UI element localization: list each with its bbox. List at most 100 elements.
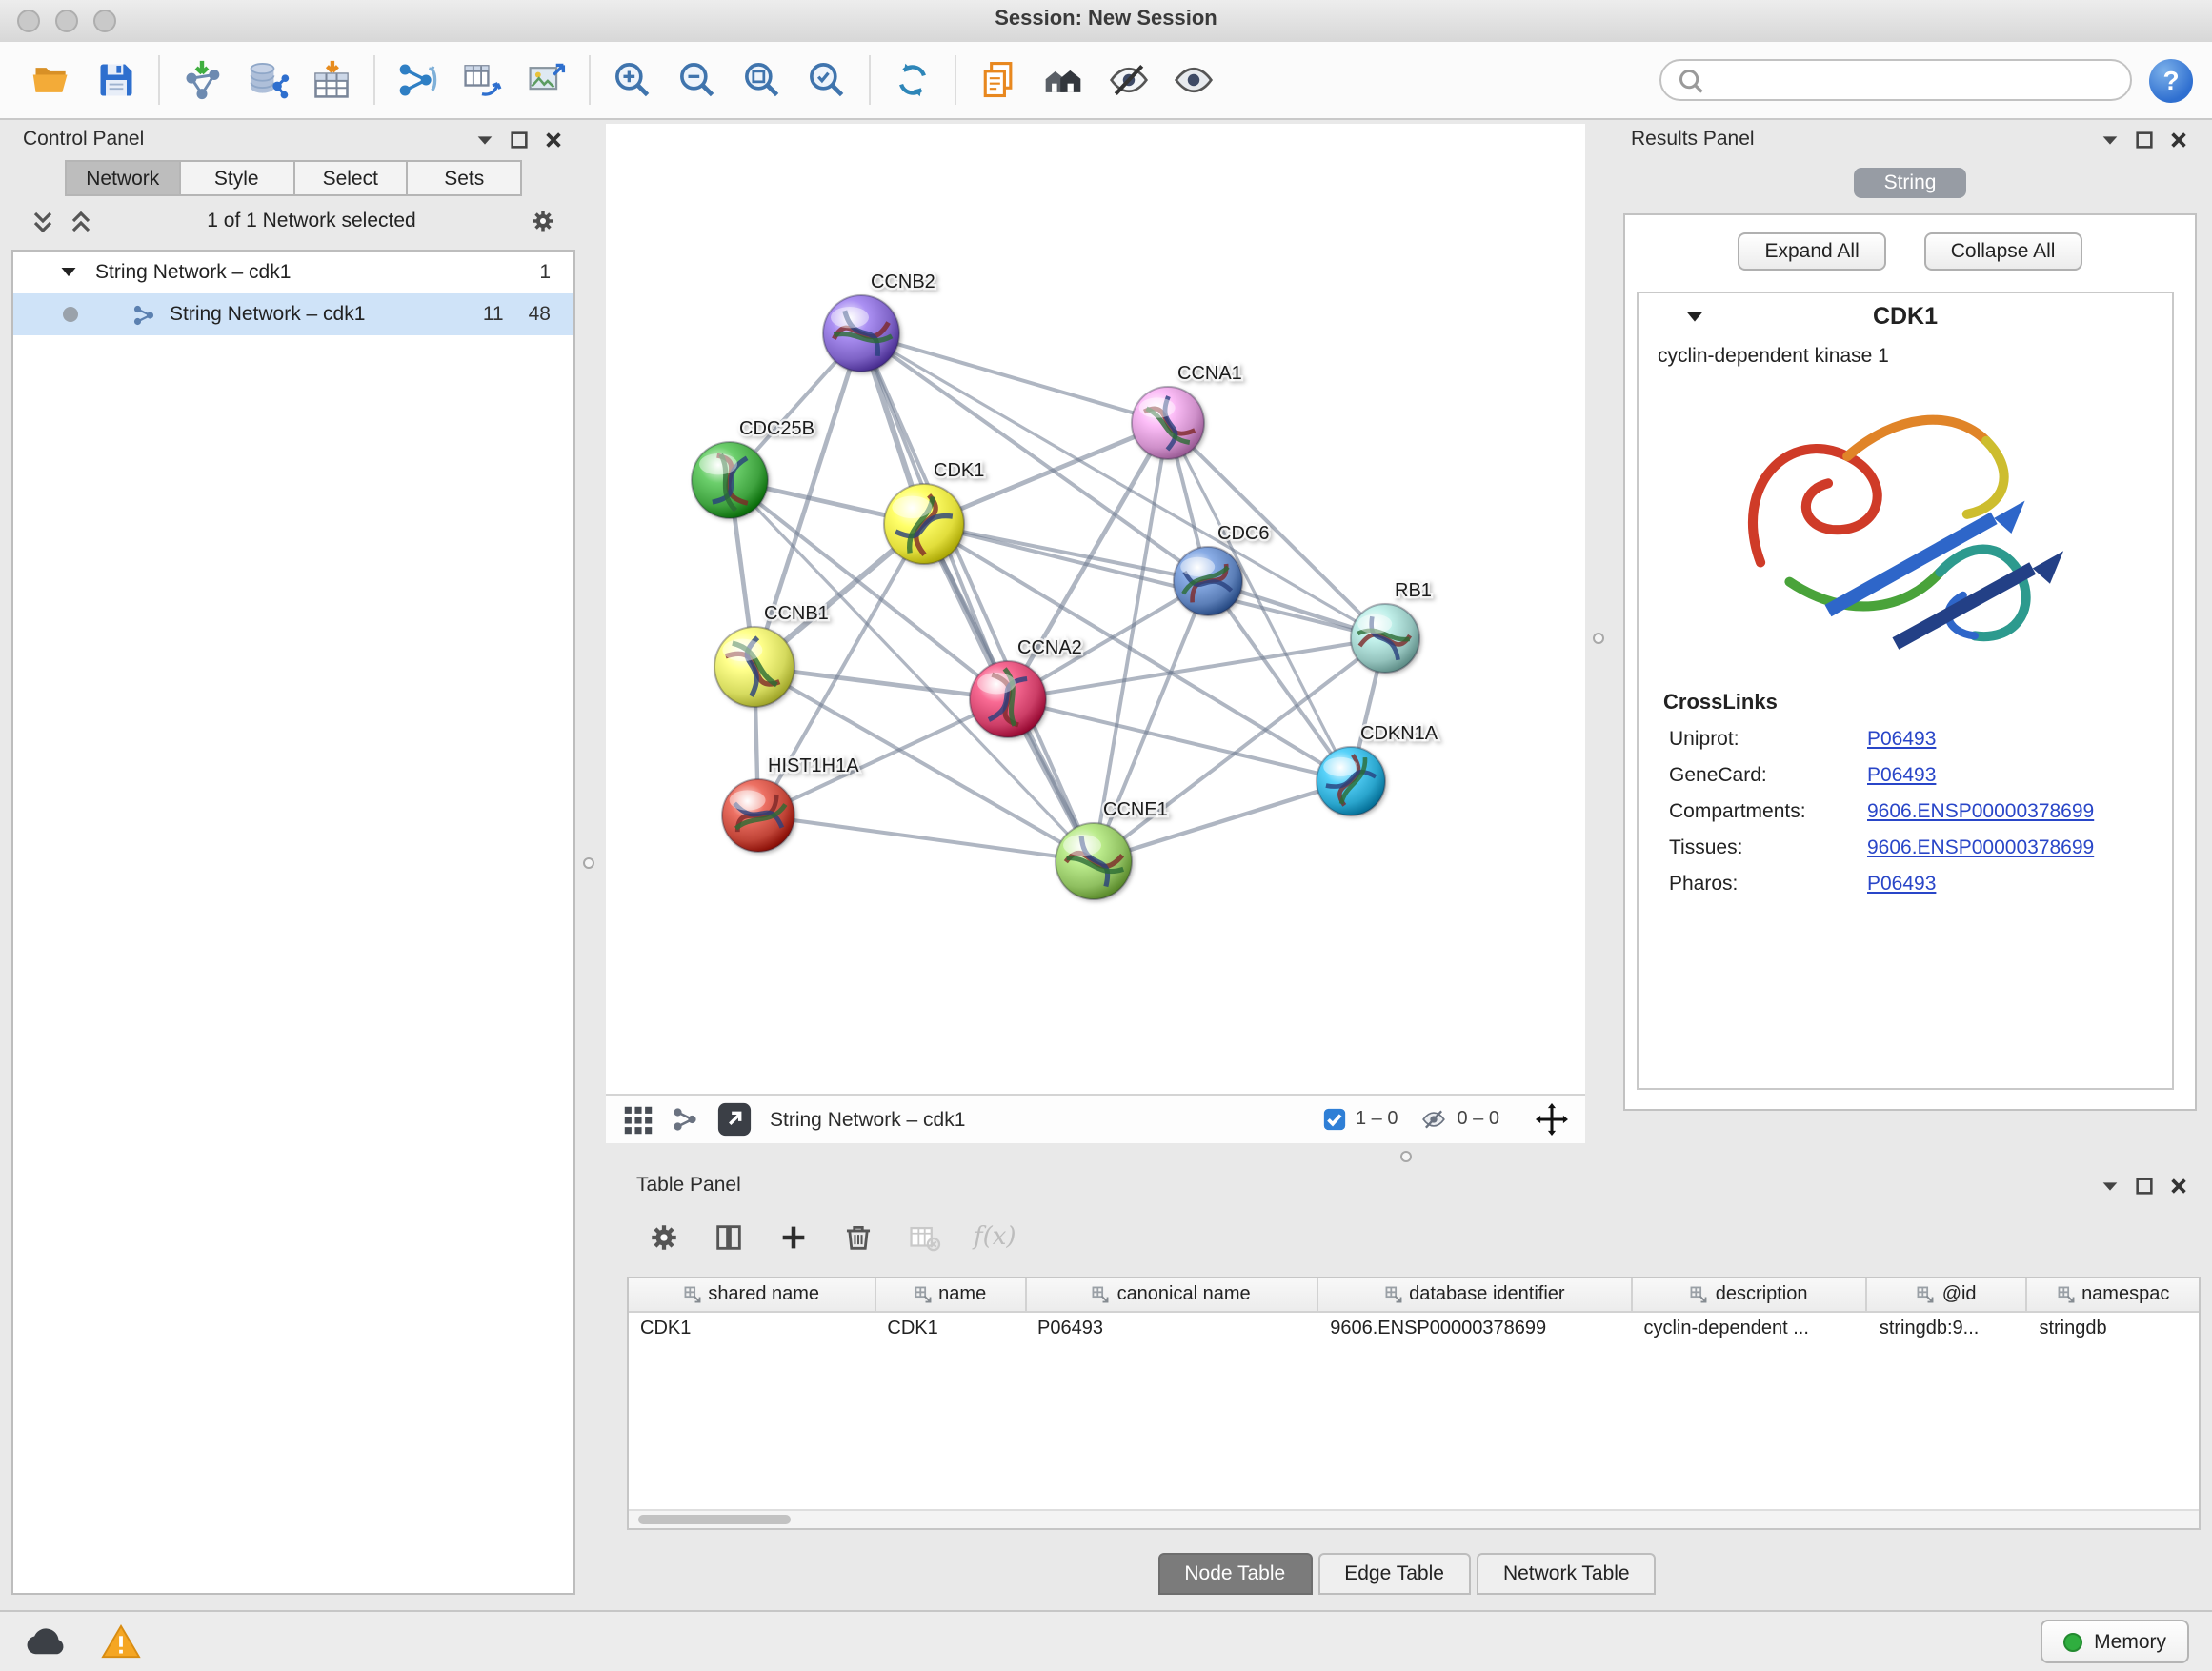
- warnings-button[interactable]: [101, 1623, 141, 1660]
- network-row[interactable]: String Network – cdk1 11 48: [13, 293, 573, 335]
- column-header-canonical-name[interactable]: canonical name: [1026, 1278, 1318, 1313]
- first-neighbors-button[interactable]: [1031, 50, 1096, 111]
- network-node-CCNB1[interactable]: CCNB1: [714, 603, 829, 707]
- copy-document-button[interactable]: [966, 50, 1031, 111]
- column-header-id[interactable]: @id: [1868, 1278, 2028, 1313]
- hidden-items-icon[interactable]: [1419, 1107, 1448, 1132]
- scrollbar-thumb[interactable]: [638, 1515, 791, 1524]
- column-header-name[interactable]: name: [875, 1278, 1026, 1313]
- zoom-selected-button[interactable]: [794, 50, 859, 111]
- network-edge[interactable]: [861, 333, 1385, 638]
- collapse-gene-button[interactable]: [1684, 307, 1705, 328]
- cloud-sync-button[interactable]: [23, 1625, 70, 1658]
- cell-description[interactable]: cyclin-dependent ...: [1632, 1313, 1867, 1347]
- help-button[interactable]: ?: [2149, 58, 2193, 102]
- clone-network-button[interactable]: [450, 50, 514, 111]
- delete-column-button[interactable]: [842, 1220, 875, 1253]
- tab-network[interactable]: Network: [65, 160, 181, 196]
- export-image-button[interactable]: [514, 50, 579, 111]
- import-network-file-button[interactable]: [170, 50, 234, 111]
- panel-float-button[interactable]: [509, 129, 530, 150]
- network-node-CDKN1A[interactable]: CDKN1A: [1317, 723, 1438, 815]
- tab-select[interactable]: Select: [294, 160, 409, 196]
- network-canvas[interactable]: CCNB2CCNA1CDC25BCDK1CDC6RB1CCNB1CCNA2CDK…: [606, 124, 1585, 1094]
- crosslink-row: Tissues: 9606.ENSP00000378699: [1639, 829, 2172, 865]
- cell-id[interactable]: stringdb:9...: [1868, 1313, 2028, 1347]
- save-session-button[interactable]: [84, 50, 149, 111]
- hide-selected-button[interactable]: [1096, 50, 1160, 111]
- collapse-all-button[interactable]: Collapse All: [1924, 232, 2082, 271]
- cell-canonical-name[interactable]: P06493: [1026, 1313, 1318, 1347]
- collapse-all-networks-button[interactable]: [30, 209, 55, 233]
- selected-nodes-checkbox-icon[interactable]: [1321, 1107, 1346, 1132]
- search-input[interactable]: [1715, 67, 2115, 93]
- network-node-CCNA1[interactable]: CCNA1: [1132, 363, 1242, 459]
- node-label-CCNE1: CCNE1: [1103, 799, 1168, 820]
- column-header-database-identifier[interactable]: database identifier: [1318, 1278, 1632, 1313]
- left-splitter-handle[interactable]: [583, 857, 594, 869]
- memory-button[interactable]: Memory: [2041, 1620, 2189, 1663]
- tree-expander-icon[interactable]: [59, 263, 78, 282]
- network-node-CDC6[interactable]: CDC6: [1174, 523, 1269, 615]
- import-network-database-button[interactable]: [234, 50, 299, 111]
- column-header-namespace[interactable]: namespac: [2027, 1278, 2199, 1313]
- tab-sets[interactable]: Sets: [409, 160, 523, 196]
- zoom-out-button[interactable]: [665, 50, 730, 111]
- panel-menu-button[interactable]: [2100, 1175, 2121, 1196]
- cell-namespace[interactable]: stringdb: [2027, 1313, 2199, 1347]
- pharos-link[interactable]: P06493: [1867, 872, 1936, 895]
- expand-all-button[interactable]: Expand All: [1739, 232, 1886, 271]
- tab-style[interactable]: Style: [181, 160, 295, 196]
- right-splitter-handle[interactable]: [1593, 633, 1604, 644]
- panel-float-button[interactable]: [2134, 129, 2155, 150]
- bottom-splitter-handle[interactable]: [1400, 1151, 1412, 1162]
- zoom-in-button[interactable]: [600, 50, 665, 111]
- network-node-CDC25B[interactable]: CDC25B: [692, 418, 814, 518]
- show-all-button[interactable]: [1160, 50, 1225, 111]
- tab-edge-table[interactable]: Edge Table: [1317, 1553, 1471, 1595]
- create-column-button[interactable]: [777, 1220, 810, 1253]
- panel-menu-button[interactable]: [474, 129, 495, 150]
- cell-name[interactable]: CDK1: [875, 1313, 1026, 1347]
- panel-close-button[interactable]: [543, 129, 564, 150]
- table-options-button[interactable]: [648, 1220, 680, 1253]
- network-node-HIST1H1A[interactable]: HIST1H1A: [722, 755, 859, 852]
- panel-menu-button[interactable]: [2100, 129, 2121, 150]
- uniprot-link[interactable]: P06493: [1867, 727, 1936, 750]
- network-node-RB1[interactable]: RB1: [1351, 580, 1432, 673]
- horizontal-scrollbar[interactable]: [629, 1509, 2199, 1528]
- network-options-button[interactable]: [530, 208, 556, 234]
- network-tools-button[interactable]: [385, 50, 450, 111]
- compartments-link[interactable]: 9606.ENSP00000378699: [1867, 799, 2094, 822]
- zoom-fit-button[interactable]: [730, 50, 794, 111]
- pan-network-button[interactable]: [1536, 1103, 1568, 1136]
- network-node-CDK1[interactable]: CDK1: [884, 460, 984, 564]
- genecard-link[interactable]: P06493: [1867, 763, 1936, 786]
- panel-float-button[interactable]: [2134, 1175, 2155, 1196]
- tab-node-table[interactable]: Node Table: [1157, 1553, 1312, 1595]
- network-overview-button[interactable]: [671, 1105, 699, 1134]
- column-header-description[interactable]: description: [1632, 1278, 1867, 1313]
- panel-close-button[interactable]: [2168, 129, 2189, 150]
- network-edge[interactable]: [861, 333, 1168, 423]
- open-in-new-window-button[interactable]: [716, 1101, 753, 1137]
- cell-shared-name[interactable]: CDK1: [629, 1313, 875, 1347]
- tissues-link[interactable]: 9606.ENSP00000378699: [1867, 836, 2094, 858]
- tab-string[interactable]: String: [1854, 168, 1967, 198]
- network-collection-row[interactable]: String Network – cdk1 1: [13, 252, 573, 293]
- network-edge[interactable]: [861, 333, 1094, 861]
- show-columns-button[interactable]: [713, 1220, 745, 1253]
- network-edge[interactable]: [758, 815, 1094, 861]
- grid-view-button[interactable]: [623, 1104, 654, 1135]
- cell-database-identifier[interactable]: 9606.ENSP00000378699: [1318, 1313, 1632, 1347]
- panel-close-button[interactable]: [2168, 1175, 2189, 1196]
- import-table-button[interactable]: [299, 50, 364, 111]
- tab-network-table[interactable]: Network Table: [1477, 1553, 1657, 1595]
- table-row[interactable]: CDK1 CDK1 P06493 9606.ENSP00000378699 cy…: [629, 1313, 2199, 1347]
- network-edge[interactable]: [1094, 781, 1351, 861]
- network-node-CCNB2[interactable]: CCNB2: [823, 272, 935, 372]
- open-session-button[interactable]: [19, 50, 84, 111]
- column-header-shared-name[interactable]: shared name: [629, 1278, 875, 1313]
- expand-all-networks-button[interactable]: [69, 209, 93, 233]
- refresh-layout-button[interactable]: [880, 50, 945, 111]
